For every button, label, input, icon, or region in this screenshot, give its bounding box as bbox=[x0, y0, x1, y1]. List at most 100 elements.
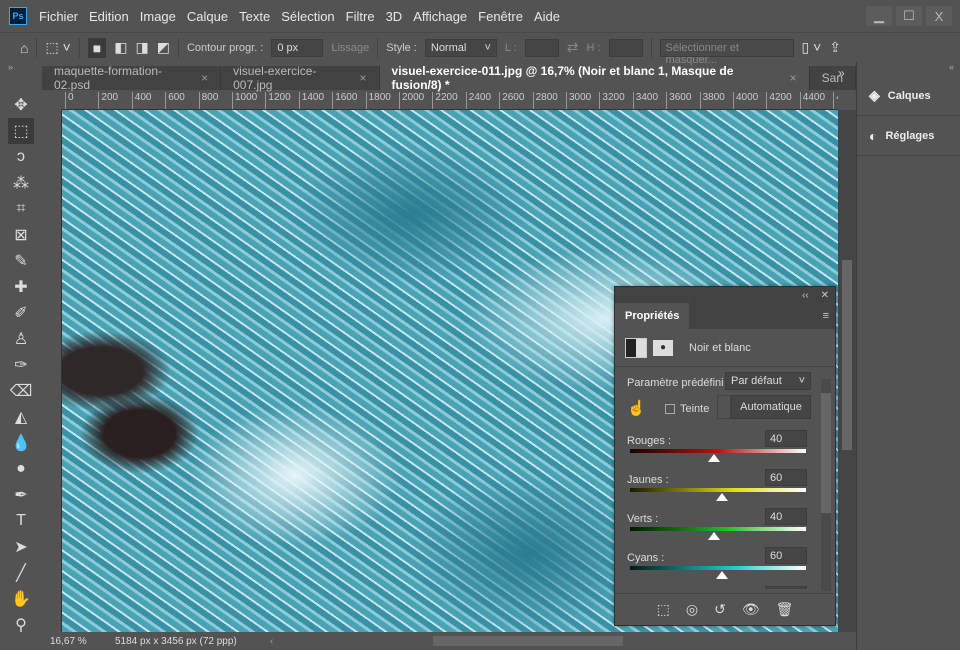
crop-tool[interactable]: ⌗ bbox=[0, 196, 42, 222]
share-icon[interactable]: ⇪ bbox=[829, 39, 841, 56]
slider-thumb[interactable] bbox=[708, 532, 721, 540]
panel-menu-icon[interactable]: ≡ bbox=[823, 310, 835, 322]
targeted-adjustment-icon[interactable]: ☝ bbox=[627, 399, 646, 417]
blur-tool[interactable]: 💧 bbox=[0, 430, 42, 456]
menu-0[interactable]: Fichier bbox=[39, 9, 78, 24]
ruler-tick: 2800 bbox=[532, 92, 558, 109]
eyedropper-tool[interactable]: ✎ bbox=[0, 248, 42, 274]
zoom-tool[interactable]: ⚲ bbox=[0, 612, 42, 638]
panel-calques[interactable]: ◈ Calques bbox=[857, 76, 960, 116]
delete-icon[interactable]: 🗑 bbox=[776, 601, 794, 618]
menu-6[interactable]: Filtre bbox=[346, 9, 375, 24]
slider-thumb[interactable] bbox=[715, 571, 728, 579]
menu-8[interactable]: Affichage bbox=[413, 9, 467, 24]
intersect-selection-icon[interactable]: ◩ bbox=[157, 39, 170, 56]
close-panel-icon[interactable]: ✕ bbox=[821, 290, 829, 301]
tab-overflow-icon[interactable]: » bbox=[838, 66, 845, 80]
tab-close-icon[interactable]: × bbox=[201, 71, 208, 85]
path-select-tool[interactable]: ➤ bbox=[0, 534, 42, 560]
panel-reglages[interactable]: ◐ Réglages bbox=[857, 116, 960, 156]
tint-checkbox[interactable]: Teinte bbox=[665, 403, 709, 415]
move-tool[interactable]: ✥ bbox=[0, 92, 42, 118]
stamp-tool[interactable]: ♙ bbox=[0, 326, 42, 352]
menu-5[interactable]: Sélection bbox=[281, 9, 334, 24]
cyans-input[interactable]: 60 bbox=[765, 547, 807, 564]
magic-wand-tool[interactable]: ⁂ bbox=[0, 170, 42, 196]
marquee-preset-icon[interactable]: ⬚ ˅ bbox=[45, 39, 70, 56]
maximize-button[interactable]: ☐ bbox=[896, 6, 922, 26]
menu-3[interactable]: Calque bbox=[187, 9, 228, 24]
view-previous-icon[interactable]: ◎ bbox=[686, 601, 698, 618]
lasso-tool[interactable]: ↄ bbox=[0, 144, 42, 170]
tint-color-swatch[interactable] bbox=[717, 395, 731, 419]
clip-to-layer-icon[interactable]: ⬚ bbox=[657, 601, 670, 618]
preset-select[interactable]: Par défaut ˅ bbox=[725, 372, 811, 390]
horizontal-ruler: 0 200 400 600 800 1000 1200 1400 1600 1800 2000 220… bbox=[62, 92, 838, 110]
tab-close-icon[interactable]: × bbox=[790, 71, 797, 85]
hand-tool[interactable]: ✋ bbox=[0, 586, 42, 612]
eraser-tool[interactable]: ⌫ bbox=[0, 378, 42, 404]
verts-input[interactable]: 40 bbox=[765, 508, 807, 525]
dodge-tool[interactable]: ● bbox=[0, 456, 42, 482]
adjustment-icon[interactable] bbox=[625, 337, 647, 358]
collapse-panels-icon[interactable]: « bbox=[857, 62, 960, 76]
feather-input[interactable]: 0 px bbox=[271, 38, 324, 57]
slider-thumb[interactable] bbox=[715, 493, 728, 501]
menu-4[interactable]: Texte bbox=[239, 9, 270, 24]
auto-button[interactable]: Automatique bbox=[731, 395, 811, 419]
tab-1[interactable]: visuel-exercice-007.jpg × bbox=[221, 64, 380, 92]
reset-icon[interactable]: ↺ bbox=[714, 601, 726, 618]
menu-2[interactable]: Image bbox=[140, 9, 176, 24]
horizontal-scrollbar[interactable] bbox=[433, 636, 624, 646]
select-and-mask-button[interactable]: Sélectionner et masquer... bbox=[659, 38, 794, 66]
marquee-tool[interactable]: ⬚ bbox=[8, 118, 34, 144]
scroll-left-icon[interactable]: ‹ bbox=[270, 636, 273, 647]
line-tool[interactable]: ╱ bbox=[0, 560, 42, 586]
marquee-icon: ⬚ bbox=[13, 123, 29, 140]
frame-tool[interactable]: ⊠ bbox=[0, 222, 42, 248]
visibility-icon[interactable]: 👁 bbox=[742, 601, 760, 618]
smoothing-checkbox[interactable]: Lissage bbox=[331, 42, 369, 54]
ruler-tick: 3400 bbox=[632, 92, 658, 109]
style-select[interactable]: Normal ˅ bbox=[424, 38, 497, 57]
zoom-level[interactable]: 16,67 % bbox=[42, 636, 100, 647]
menu-7[interactable]: 3D bbox=[386, 9, 403, 24]
home-icon[interactable]: ⌂ bbox=[20, 40, 28, 56]
properties-scrollbar[interactable] bbox=[821, 379, 831, 591]
slider-track[interactable] bbox=[630, 488, 806, 492]
tab-0[interactable]: maquette-formation-02.psd × bbox=[42, 64, 222, 92]
swap-icon[interactable]: ⇄ bbox=[567, 39, 579, 56]
slider-thumb[interactable] bbox=[708, 454, 721, 462]
height-input[interactable] bbox=[608, 38, 643, 57]
new-selection-icon[interactable]: ■ bbox=[87, 37, 107, 58]
tab-2[interactable]: visuel-exercice-011.jpg @ 16,7% (Noir et… bbox=[379, 64, 810, 92]
minimize-button[interactable]: ▁ bbox=[866, 6, 892, 26]
pen-tool[interactable]: ✒ bbox=[0, 482, 42, 508]
healing-tool[interactable]: ✚ bbox=[0, 274, 42, 300]
vertical-scrollbar[interactable] bbox=[838, 110, 856, 632]
slider-track[interactable] bbox=[630, 527, 806, 531]
history-brush-tool[interactable]: ✑ bbox=[0, 352, 42, 378]
width-input[interactable] bbox=[524, 38, 559, 57]
bleus-input[interactable] bbox=[765, 586, 807, 589]
collapse-icon[interactable]: ‹‹ bbox=[802, 290, 809, 301]
type-tool[interactable]: T bbox=[0, 508, 42, 534]
menu-1[interactable]: Edition bbox=[89, 9, 129, 24]
subtract-selection-icon[interactable]: ◨ bbox=[135, 39, 148, 56]
frame-icon[interactable]: ▯ ˅ bbox=[802, 39, 822, 56]
slider-track[interactable] bbox=[630, 449, 806, 453]
brush-tool[interactable]: ✐ bbox=[0, 300, 42, 326]
close-button[interactable]: X bbox=[926, 6, 952, 26]
rouges-input[interactable]: 40 bbox=[765, 430, 807, 447]
menu-9[interactable]: Fenêtre bbox=[478, 9, 523, 24]
slider-label: Rouges : bbox=[627, 435, 672, 447]
collapse-toolbar-icon[interactable]: » bbox=[0, 62, 42, 72]
add-selection-icon[interactable]: ◧ bbox=[114, 39, 127, 56]
tab-close-icon[interactable]: × bbox=[360, 71, 367, 85]
tab-3[interactable]: San bbox=[810, 66, 856, 90]
menu-10[interactable]: Aide bbox=[534, 9, 560, 24]
mask-icon[interactable]: ● bbox=[653, 339, 673, 356]
jaunes-input[interactable]: 60 bbox=[765, 469, 807, 486]
bucket-tool[interactable]: ◭ bbox=[0, 404, 42, 430]
slider-track[interactable] bbox=[630, 566, 806, 570]
